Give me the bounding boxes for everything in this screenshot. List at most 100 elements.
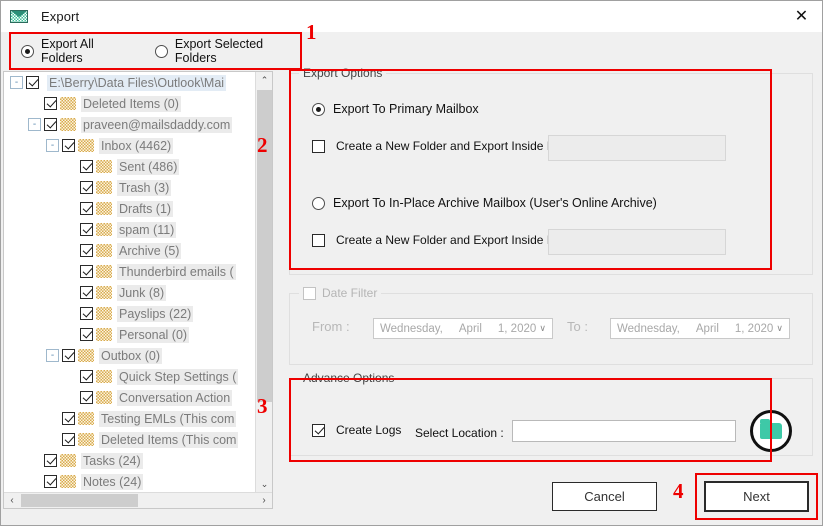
- tree-item[interactable]: Testing EMLs (This com: [4, 408, 256, 429]
- tree-item-checkbox[interactable]: [62, 139, 75, 152]
- tree-item-checkbox[interactable]: [80, 223, 93, 236]
- tree-item-checkbox[interactable]: [80, 244, 93, 257]
- tree-item[interactable]: Sent (486): [4, 156, 256, 177]
- tree-item-checkbox[interactable]: [80, 160, 93, 173]
- vertical-scroll-thumb[interactable]: [257, 90, 272, 402]
- radio-archive-label: Export To In-Place Archive Mailbox (User…: [333, 196, 657, 210]
- options-pane: Export Options Export To Primary Mailbox…: [289, 66, 818, 471]
- radio-archive-indicator: [312, 196, 325, 210]
- tree-expander-icon[interactable]: -: [46, 349, 59, 362]
- date-from-picker[interactable]: Wednesday, April 1, 2020 ∨: [373, 318, 553, 339]
- archive-new-folder-input[interactable]: [548, 229, 726, 255]
- tree-item-checkbox[interactable]: [26, 76, 39, 89]
- export-mode-bar: Export All Folders Export Selected Folde…: [7, 32, 290, 70]
- date-to-picker[interactable]: Wednesday, April 1, 2020 ∨: [610, 318, 790, 339]
- tree-item-label: Junk (8): [117, 284, 167, 301]
- tree-item-label: E:\Berry\Data Files\Outlook\Mai: [47, 74, 227, 91]
- tree-item-checkbox[interactable]: [44, 97, 57, 110]
- radio-export-primary-mailbox[interactable]: Export To Primary Mailbox: [312, 102, 479, 116]
- tree-item-checkbox[interactable]: [62, 349, 75, 362]
- tree-item-label: Deleted Items (This com: [99, 431, 239, 448]
- tree-item-label: praveen@mailsdaddy.com: [81, 116, 233, 133]
- tree-item[interactable]: - Outbox (0): [4, 345, 256, 366]
- tree-item-checkbox[interactable]: [80, 370, 93, 383]
- export-options-legend: Export Options: [299, 66, 387, 80]
- folder-icon[interactable]: [750, 410, 792, 452]
- horizontal-scroll-thumb[interactable]: [21, 494, 138, 507]
- tree-item-checkbox[interactable]: [62, 433, 75, 446]
- checkbox-date-filter[interactable]: [303, 286, 316, 300]
- tree-horizontal-scrollbar[interactable]: ‹ ›: [4, 492, 272, 508]
- archive-new-folder-label: Create a New Folder and Export Inside It…: [336, 233, 557, 247]
- tree-item-label: Testing EMLs (This com: [99, 410, 237, 427]
- date-to-year: 1, 2020: [734, 322, 774, 335]
- tree-item[interactable]: Thunderbird emails (: [4, 261, 256, 282]
- advance-options-legend: Advance Options: [299, 371, 399, 385]
- checkbox-primary-new-folder[interactable]: Create a New Folder and Export Inside It…: [312, 139, 557, 153]
- tree-item[interactable]: Quick Step Settings (: [4, 366, 256, 387]
- close-icon[interactable]: ✕: [779, 1, 822, 32]
- cancel-button[interactable]: Cancel: [552, 482, 657, 511]
- tree-item[interactable]: Notes (24): [4, 471, 256, 492]
- tree-item-checkbox[interactable]: [80, 202, 93, 215]
- chevron-down-icon[interactable]: ∨: [539, 323, 546, 334]
- tree-item-checkbox[interactable]: [80, 181, 93, 194]
- tree-item-label: Notes (24): [81, 473, 144, 490]
- tree-item[interactable]: Deleted Items (0): [4, 93, 256, 114]
- tree-item-checkbox[interactable]: [80, 286, 93, 299]
- select-location-input[interactable]: [512, 420, 736, 442]
- radio-all-folders-label: Export All Folders: [41, 37, 94, 65]
- envelope-icon: [10, 9, 28, 24]
- checkbox-archive-new-folder[interactable]: Create a New Folder and Export Inside It…: [312, 233, 557, 247]
- tree-expander-icon[interactable]: -: [10, 76, 23, 89]
- tree-vertical-scrollbar[interactable]: ⌃ ⌄: [255, 72, 272, 493]
- folder-icon: [60, 475, 76, 488]
- radio-export-selected-folders[interactable]: Export Selected Folders: [154, 37, 290, 65]
- scroll-up-icon[interactable]: ⌃: [256, 72, 272, 89]
- tree-item[interactable]: Junk (8): [4, 282, 256, 303]
- tree-item[interactable]: Personal (0): [4, 324, 256, 345]
- tree-item-checkbox[interactable]: [44, 118, 57, 131]
- radio-selected-folders-indicator: [154, 44, 168, 58]
- next-button[interactable]: Next: [704, 481, 809, 512]
- annotation-number-4: 4: [673, 479, 684, 503]
- radio-export-all-folders[interactable]: Export All Folders: [21, 37, 125, 65]
- tree-item[interactable]: - praveen@mailsdaddy.com: [4, 114, 256, 135]
- folder-icon: [96, 160, 112, 173]
- primary-new-folder-input[interactable]: [548, 135, 726, 161]
- scroll-down-icon[interactable]: ⌄: [256, 476, 272, 493]
- export-dialog: Export ✕ Export All Folders Export Selec…: [0, 0, 823, 526]
- tree-item[interactable]: Deleted Items (This com: [4, 429, 256, 450]
- tree-item[interactable]: spam (11): [4, 219, 256, 240]
- tree-item-label: Quick Step Settings (: [117, 368, 239, 385]
- tree-item-checkbox[interactable]: [80, 265, 93, 278]
- tree-item-checkbox[interactable]: [44, 454, 57, 467]
- radio-all-folders-indicator: [21, 44, 34, 58]
- tree-item-checkbox[interactable]: [80, 328, 93, 341]
- tree-item[interactable]: Archive (5): [4, 240, 256, 261]
- tree-item[interactable]: - E:\Berry\Data Files\Outlook\Mai: [4, 72, 256, 93]
- tree-item[interactable]: Payslips (22): [4, 303, 256, 324]
- tree-item[interactable]: Drafts (1): [4, 198, 256, 219]
- tree-item-checkbox[interactable]: [62, 412, 75, 425]
- folder-icon: [96, 265, 112, 278]
- tree-item-label: Payslips (22): [117, 305, 194, 322]
- checkbox-create-logs[interactable]: Create Logs: [312, 423, 401, 437]
- tree-expander-icon[interactable]: -: [28, 118, 41, 131]
- chevron-down-icon[interactable]: ∨: [776, 323, 783, 334]
- radio-export-inplace-archive[interactable]: Export To In-Place Archive Mailbox (User…: [312, 196, 657, 210]
- tree-item[interactable]: Conversation Action: [4, 387, 256, 408]
- tree-item[interactable]: Tasks (24): [4, 450, 256, 471]
- scroll-right-icon[interactable]: ›: [256, 493, 272, 508]
- tree-item-checkbox[interactable]: [80, 307, 93, 320]
- tree-item-checkbox[interactable]: [80, 391, 93, 404]
- tree-item-label: Drafts (1): [117, 200, 174, 217]
- tree-item[interactable]: - Inbox (4462): [4, 135, 256, 156]
- tree-expander-icon[interactable]: -: [46, 139, 59, 152]
- select-location-label: Select Location :: [415, 426, 504, 440]
- scroll-left-icon[interactable]: ‹: [4, 493, 20, 508]
- folder-icon: [78, 433, 94, 446]
- tree-item[interactable]: Trash (3): [4, 177, 256, 198]
- folder-tree[interactable]: - E:\Berry\Data Files\Outlook\Mai Deleted …: [4, 72, 256, 493]
- tree-item-checkbox[interactable]: [44, 475, 57, 488]
